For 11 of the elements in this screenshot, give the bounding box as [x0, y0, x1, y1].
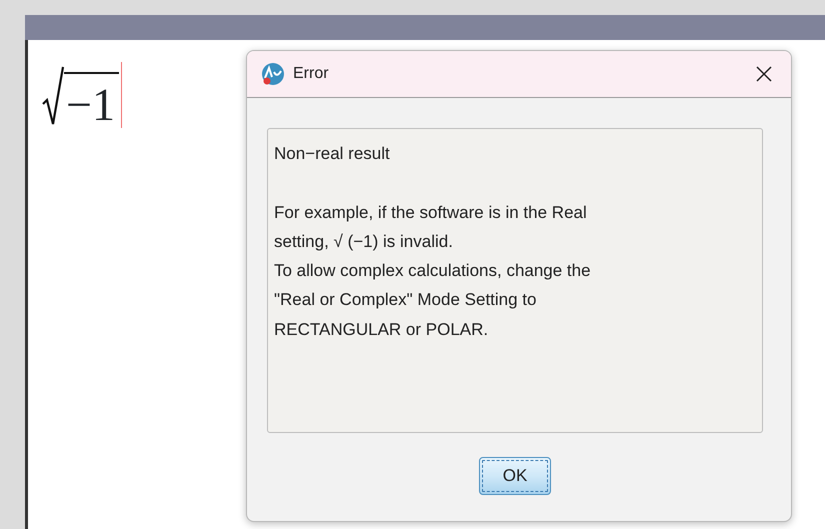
message-text: RECTANGULAR or POLAR.: [274, 318, 490, 341]
dialog-title: Error: [293, 64, 329, 84]
message-text: setting, √ (−1) is invalid.: [274, 230, 454, 253]
ok-button[interactable]: OK: [479, 457, 551, 495]
app-logo-icon: [261, 62, 285, 86]
message-text: To allow complex calculations, change the: [274, 260, 592, 282]
message-text: For example, if the software is in the Real: [274, 202, 588, 224]
close-icon: [755, 65, 773, 83]
math-expression: −1: [64, 72, 119, 128]
message-text: Non−real result: [274, 143, 391, 165]
message-text: "Real or Complex" Mode Setting to: [274, 289, 538, 312]
